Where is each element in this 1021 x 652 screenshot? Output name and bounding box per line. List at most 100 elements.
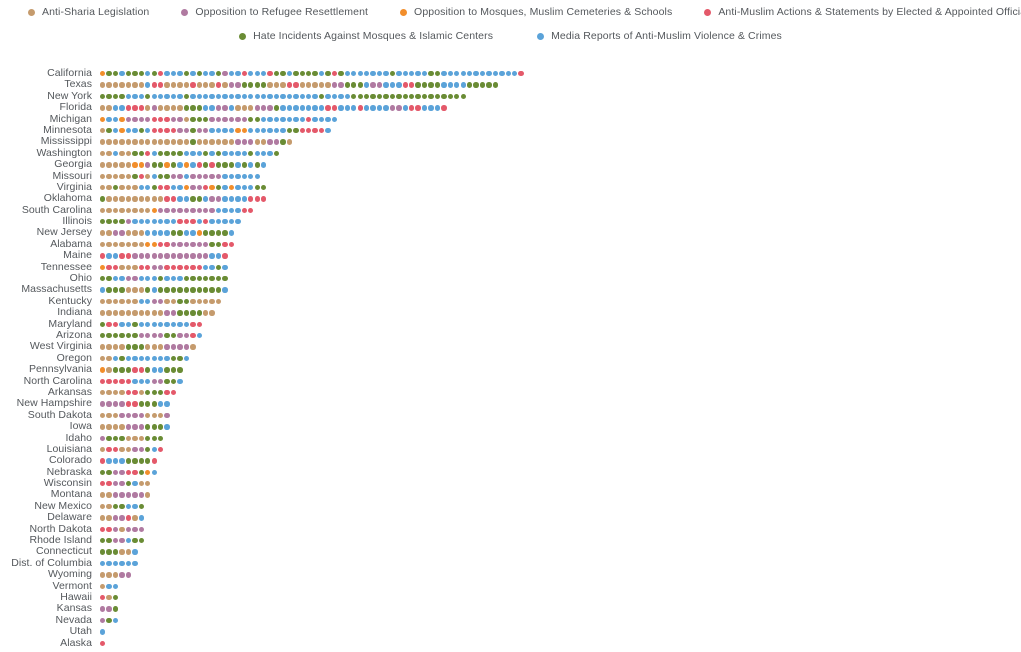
incident-dot-sharia[interactable] — [125, 196, 132, 202]
incident-dot-media[interactable] — [170, 93, 177, 100]
incident-dot-refugee[interactable] — [177, 127, 183, 134]
incident-dot-media[interactable] — [383, 105, 389, 111]
incident-dot-officials[interactable] — [203, 219, 209, 225]
incident-dot-media[interactable] — [164, 71, 170, 77]
incident-dot-refugee[interactable] — [157, 298, 164, 305]
incident-dot-refugee[interactable] — [183, 332, 190, 339]
incident-dot-media[interactable] — [228, 173, 235, 179]
incident-dot-hate[interactable] — [428, 93, 434, 100]
incident-dot-media[interactable] — [222, 207, 228, 214]
incident-dot-refugee[interactable] — [138, 253, 145, 259]
incident-dot-refugee[interactable] — [157, 264, 164, 271]
incident-dot-media[interactable] — [157, 93, 164, 100]
incident-dot-hate[interactable] — [112, 549, 119, 555]
incident-dot-sharia[interactable] — [254, 139, 260, 145]
incident-dot-media[interactable] — [318, 71, 325, 77]
incident-dot-mosques[interactable] — [100, 71, 106, 77]
incident-dot-officials[interactable] — [106, 264, 112, 271]
incident-dot-refugee[interactable] — [119, 572, 125, 578]
incident-dot-media[interactable] — [235, 71, 241, 77]
incident-dot-officials[interactable] — [119, 378, 125, 384]
incident-dot-sharia[interactable] — [138, 82, 145, 88]
incident-dot-sharia[interactable] — [183, 139, 190, 145]
incident-dot-sharia[interactable] — [132, 264, 138, 271]
incident-dot-refugee[interactable] — [260, 105, 267, 111]
incident-dot-mosques[interactable] — [235, 127, 241, 134]
incident-dot-media[interactable] — [164, 355, 170, 362]
incident-dot-refugee[interactable] — [170, 207, 177, 214]
incident-dot-media[interactable] — [222, 184, 228, 191]
incident-dot-media[interactable] — [177, 71, 183, 77]
incident-dot-sharia[interactable] — [100, 82, 106, 88]
incident-dot-sharia[interactable] — [106, 82, 112, 88]
incident-dot-media[interactable] — [254, 127, 260, 134]
incident-dot-hate[interactable] — [203, 230, 209, 236]
incident-dot-media[interactable] — [106, 116, 112, 122]
incident-dot-media[interactable] — [235, 219, 241, 225]
incident-dot-hate[interactable] — [119, 332, 125, 339]
incident-dot-hate[interactable] — [215, 162, 222, 168]
incident-dot-hate[interactable] — [119, 355, 125, 362]
incident-dot-media[interactable] — [267, 93, 273, 100]
incident-dot-media[interactable] — [164, 93, 170, 100]
incident-dot-officials[interactable] — [260, 196, 267, 202]
incident-dot-media[interactable] — [241, 196, 248, 202]
incident-dot-officials[interactable] — [183, 264, 190, 271]
incident-dot-media[interactable] — [183, 150, 190, 157]
incident-dot-hate[interactable] — [492, 82, 499, 88]
incident-dot-media[interactable] — [138, 298, 145, 305]
incident-dot-media[interactable] — [177, 321, 183, 327]
incident-dot-sharia[interactable] — [203, 298, 209, 305]
incident-dot-hate[interactable] — [106, 617, 112, 624]
incident-dot-officials[interactable] — [100, 594, 106, 601]
incident-dot-media[interactable] — [177, 184, 183, 191]
incident-dot-media[interactable] — [421, 71, 428, 77]
incident-dot-officials[interactable] — [190, 332, 196, 339]
incident-dot-officials[interactable] — [132, 105, 138, 111]
incident-dot-hate[interactable] — [196, 116, 202, 122]
incident-dot-hate[interactable] — [177, 230, 183, 236]
incident-dot-sharia[interactable] — [177, 105, 183, 111]
incident-dot-refugee[interactable] — [132, 492, 138, 498]
incident-dot-sharia[interactable] — [170, 105, 177, 111]
incident-dot-media[interactable] — [428, 105, 434, 111]
incident-dot-sharia[interactable] — [106, 310, 112, 316]
incident-dot-hate[interactable] — [196, 105, 202, 111]
incident-dot-media[interactable] — [434, 105, 441, 111]
incident-dot-sharia[interactable] — [151, 344, 157, 350]
incident-dot-hate[interactable] — [177, 310, 183, 316]
incident-dot-hate[interactable] — [157, 150, 164, 157]
incident-dot-media[interactable] — [280, 127, 286, 134]
incident-dot-media[interactable] — [260, 71, 267, 77]
incident-dot-media[interactable] — [151, 367, 157, 373]
incident-dot-media[interactable] — [344, 105, 351, 111]
incident-dot-officials[interactable] — [151, 116, 157, 122]
incident-dot-refugee[interactable] — [132, 424, 138, 430]
incident-dot-refugee[interactable] — [138, 412, 145, 419]
incident-dot-media[interactable] — [203, 196, 209, 202]
incident-dot-hate[interactable] — [203, 150, 209, 157]
incident-dot-sharia[interactable] — [222, 139, 228, 145]
incident-dot-sharia[interactable] — [190, 298, 196, 305]
incident-dot-media[interactable] — [132, 378, 138, 384]
incident-dot-sharia[interactable] — [100, 355, 106, 362]
incident-dot-refugee[interactable] — [215, 196, 222, 202]
incident-dot-media[interactable] — [376, 105, 383, 111]
incident-dot-sharia[interactable] — [132, 82, 138, 88]
incident-dot-media[interactable] — [299, 105, 305, 111]
incident-dot-media[interactable] — [177, 162, 183, 168]
incident-dot-hate[interactable] — [177, 298, 183, 305]
incident-dot-officials[interactable] — [106, 321, 112, 327]
incident-dot-media[interactable] — [164, 401, 170, 407]
incident-dot-officials[interactable] — [196, 162, 202, 168]
incident-dot-sharia[interactable] — [170, 139, 177, 145]
incident-dot-sharia[interactable] — [106, 207, 112, 214]
legend-item-refugee[interactable]: Opposition to Refugee Resettlement — [181, 6, 368, 18]
incident-dot-sharia[interactable] — [106, 367, 112, 373]
incident-dot-refugee[interactable] — [177, 253, 183, 259]
incident-dot-refugee[interactable] — [151, 264, 157, 271]
incident-dot-sharia[interactable] — [228, 139, 235, 145]
incident-dot-sharia[interactable] — [125, 264, 132, 271]
incident-dot-refugee[interactable] — [273, 139, 280, 145]
incident-dot-hate[interactable] — [183, 287, 190, 293]
